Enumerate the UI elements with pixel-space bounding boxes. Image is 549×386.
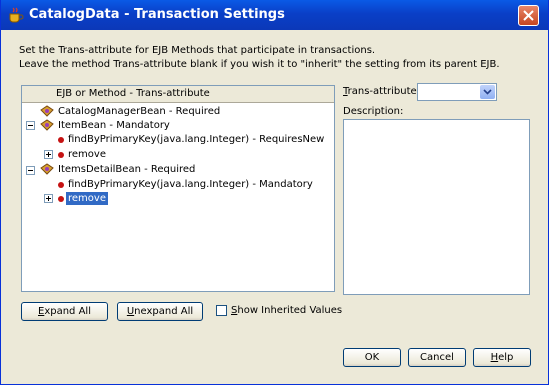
window-title: CatalogData - Transaction Settings: [29, 7, 285, 22]
chevron-down-icon: [483, 89, 492, 95]
transaction-settings-dialog: CatalogData - Transaction Settings Set t…: [0, 0, 549, 385]
expand-icon[interactable]: [44, 194, 53, 203]
cancel-button[interactable]: Cancel: [408, 348, 466, 367]
collapse-icon[interactable]: [26, 166, 35, 175]
unexpand-all-button[interactable]: Unexpand All: [117, 302, 203, 321]
tree-node-itembean-remove[interactable]: remove: [68, 148, 106, 161]
tree-node-catalogmanagerbean[interactable]: CatalogManagerBean - Required: [58, 105, 220, 118]
tree-node-itembean[interactable]: ItemBean - Mandatory: [58, 119, 170, 132]
bean-icon: [40, 163, 54, 175]
description-label: Description:: [343, 106, 404, 117]
close-icon: [523, 10, 534, 21]
show-inherited-label-text: how Inherited Values: [237, 305, 343, 316]
method-icon: [58, 196, 64, 202]
expand-icon[interactable]: [44, 150, 53, 159]
ejb-tree[interactable]: EJB or Method - Trans-attribute CatalogM…: [21, 85, 335, 292]
help-button[interactable]: Help: [473, 348, 531, 367]
collapse-icon[interactable]: [26, 121, 35, 130]
tree-node-itemsdetailbean[interactable]: ItemsDetailBean - Required: [58, 163, 195, 176]
tree-node-itemsdetailbean-findbyprimarykey[interactable]: findByPrimaryKey(java.lang.Integer) - Ma…: [68, 178, 313, 191]
show-inherited-checkbox[interactable]: [216, 305, 227, 316]
instruction-line-1: Set the Trans-attribute for EJB Methods …: [19, 45, 376, 56]
ok-button[interactable]: OK: [343, 348, 401, 367]
bean-icon: [40, 105, 54, 117]
trans-attribute-select[interactable]: [417, 83, 497, 101]
method-icon: [58, 182, 64, 188]
close-button[interactable]: [518, 5, 539, 26]
description-textarea[interactable]: [343, 119, 530, 295]
show-inherited-label[interactable]: Show Inherited Values: [231, 305, 342, 316]
instruction-line-2: Leave the method Trans-attribute blank i…: [19, 59, 500, 70]
tree-header-label: EJB or Method - Trans-attribute: [56, 88, 210, 99]
trans-attribute-label: Trans-attribute:: [343, 86, 420, 97]
tree-node-itembean-findbyprimarykey[interactable]: findByPrimaryKey(java.lang.Integer) - Re…: [68, 133, 324, 146]
title-bar[interactable]: CatalogData - Transaction Settings: [1, 0, 548, 30]
method-icon: [58, 137, 64, 143]
method-icon: [58, 152, 64, 158]
bean-icon: [40, 119, 54, 131]
tree-column-header: EJB or Method - Trans-attribute: [22, 86, 334, 103]
trans-attribute-label-text: rans-attribute:: [347, 86, 421, 97]
help-label: elp: [498, 352, 514, 363]
expand-all-button[interactable]: Expand All: [21, 302, 108, 321]
expand-all-label: xpand All: [44, 306, 91, 317]
tree-node-itemsdetailbean-remove-selected[interactable]: remove: [66, 192, 108, 205]
help-mnemonic: H: [490, 352, 499, 363]
coffee-cup-icon: [9, 7, 24, 23]
unexpand-all-label: nexpand All: [134, 306, 194, 317]
dropdown-button[interactable]: [480, 85, 495, 99]
